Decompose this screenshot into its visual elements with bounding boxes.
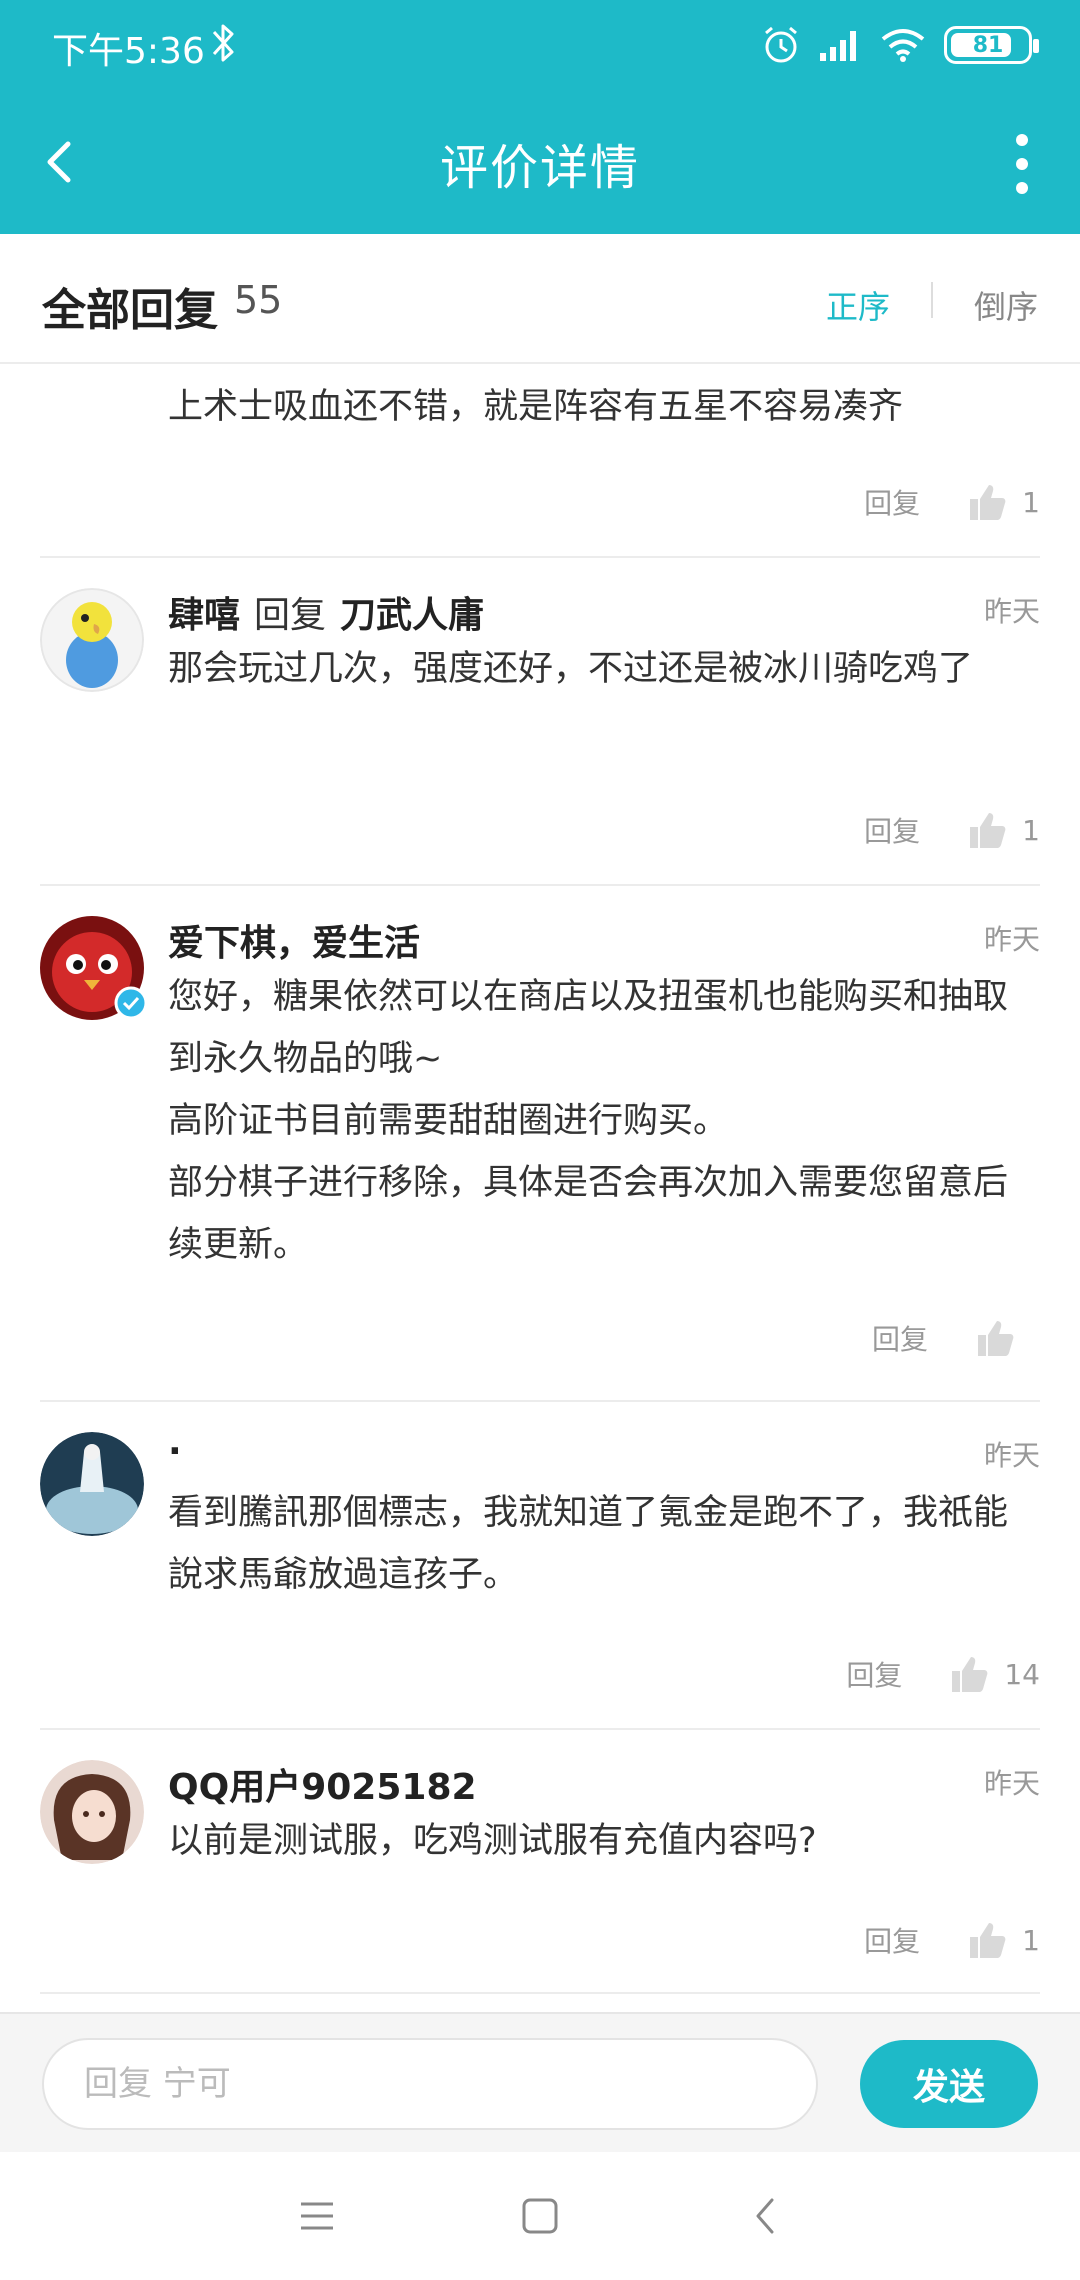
- comment-item: 上术士吸血还不错，就是阵容有五星不容易凑齐 回复 1: [40, 364, 1040, 558]
- username[interactable]: 肆嘻: [168, 595, 240, 636]
- all-replies-label: 全部回复: [42, 285, 218, 336]
- comment-actions: 回复 14: [846, 1650, 1040, 1698]
- like-count: 14: [1004, 1657, 1040, 1691]
- figure-avatar-image: [40, 1432, 144, 1536]
- sort-divider: [931, 282, 933, 318]
- like-button[interactable]: [974, 1317, 1030, 1359]
- comment-actions: 回复 1: [864, 1916, 1040, 1964]
- comment-item: 肆嘻 回复 刀武人庸 昨天 那会玩过几次，强度还好，不过还是被冰川骑吃鸡了 回复 1: [40, 558, 1040, 886]
- comment-list: 上术士吸血还不错，就是阵容有五星不容易凑齐 回复 1 肆嘻回复刀武人庸 昨天: [0, 364, 1080, 2012]
- reply-button[interactable]: 回复: [864, 1920, 920, 1960]
- username[interactable]: 爱下棋，爱生活: [168, 923, 420, 964]
- comment-item: QQ用户9025182 昨天 以前是测试服，吃鸡测试服有充值内容吗? 回复 1: [40, 1730, 1040, 1994]
- thumbs-up-icon: [970, 813, 1006, 848]
- comment-date: 昨天: [983, 1767, 1040, 1800]
- comment-username: 爱下棋，爱生活: [168, 914, 420, 966]
- like-button[interactable]: 1: [966, 1919, 1040, 1961]
- thumbs-up-icon: [970, 485, 1006, 520]
- comment-text: 那会玩过几次，强度还好，不过还是被冰川骑吃鸡了: [168, 649, 974, 689]
- reply-button[interactable]: 回复: [872, 1318, 928, 1358]
- comment-item: 爱下棋，爱生活 昨天 您好，糖果依然可以在商店以及扭蛋机也能购买和抽取到永久物品…: [40, 886, 1040, 1402]
- thumbs-up-icon: [978, 1321, 1014, 1356]
- comment-text: 以前是测试服，吃鸡测试服有充值内容吗?: [168, 1821, 817, 1861]
- comment-text: 您好，糖果依然可以在商店以及扭蛋机也能购买和抽取到永久物品的哦~ 高阶证书目前需…: [168, 977, 1009, 1265]
- alarm-icon: [765, 26, 797, 63]
- app-header: 评价详情: [0, 100, 1080, 234]
- comment-actions: 回复 1: [864, 806, 1040, 854]
- sort-ascending-tab[interactable]: 正序: [826, 282, 890, 328]
- like-count: 1: [1022, 485, 1040, 519]
- home-icon[interactable]: [514, 2190, 566, 2242]
- reply-word: 回复: [254, 595, 327, 636]
- verified-badge-icon: [114, 986, 148, 1020]
- thumbs-up-icon: [952, 1657, 988, 1692]
- comment-date: 昨天: [983, 923, 1040, 956]
- reply-to-username[interactable]: 刀武人庸: [340, 595, 484, 636]
- more-vertical-icon[interactable]: [1012, 134, 1032, 194]
- battery-percent: 81: [972, 32, 1004, 58]
- replies-header: 全部回复 55 正序 倒序: [0, 234, 1080, 364]
- avatar[interactable]: [40, 916, 148, 1020]
- reply-count: 55: [234, 278, 283, 322]
- username[interactable]: .: [168, 1422, 182, 1463]
- comment-text: 上术士吸血还不错，就是阵容有五星不容易凑齐: [168, 387, 904, 427]
- wifi-icon: [881, 29, 925, 62]
- comment-actions: 回复 1: [864, 478, 1040, 526]
- top-bar: 下午5:36 81 评价详情: [0, 0, 1080, 234]
- like-count: 1: [1022, 813, 1040, 847]
- signal-icon: [820, 31, 856, 61]
- thumbs-up-icon: [970, 1923, 1006, 1958]
- back-icon[interactable]: [740, 2190, 792, 2242]
- comment-item: . 昨天 看到騰訊那個標志，我就知道了氪金是跑不了，我祇能說求馬爺放過這孩子。 …: [40, 1402, 1040, 1730]
- bluetooth-icon: [212, 24, 234, 62]
- comment-date: 昨天: [983, 595, 1040, 628]
- comment-username: QQ用户9025182: [168, 1758, 477, 1810]
- send-button[interactable]: 发送: [860, 2040, 1038, 2128]
- like-button[interactable]: 1: [966, 809, 1040, 851]
- parrot-avatar-image: [40, 588, 144, 692]
- sort-descending-tab[interactable]: 倒序: [974, 282, 1038, 328]
- status-bar: 下午5:36 81: [0, 0, 1080, 90]
- like-button[interactable]: 1: [966, 481, 1040, 523]
- reply-input[interactable]: [42, 2038, 818, 2130]
- reply-input-bar: 发送: [0, 2012, 1080, 2152]
- anime-girl-avatar-image: [40, 1760, 144, 1864]
- like-button[interactable]: 14: [948, 1653, 1040, 1695]
- comment-username: 肆嘻 回复 刀武人庸: [168, 586, 484, 638]
- like-count: 1: [1022, 1923, 1040, 1957]
- reply-button[interactable]: 回复: [846, 1654, 902, 1694]
- avatar[interactable]: [40, 1760, 144, 1864]
- comment-actions: 回复: [872, 1314, 1030, 1362]
- page-title: 评价详情: [439, 140, 640, 196]
- system-nav-bar: [0, 2152, 1080, 2280]
- comment-date: 昨天: [983, 1439, 1040, 1472]
- reply-button[interactable]: 回复: [864, 810, 920, 850]
- battery-icon: 81: [944, 26, 1039, 64]
- comment-text: 看到騰訊那個標志，我就知道了氪金是跑不了，我祇能說求馬爺放過這孩子。: [168, 1493, 1009, 1595]
- avatar[interactable]: [40, 588, 144, 692]
- menu-icon[interactable]: [291, 2190, 343, 2242]
- reply-button[interactable]: 回复: [864, 482, 920, 522]
- username[interactable]: QQ用户9025182: [168, 1767, 477, 1808]
- status-time: 下午5:36: [52, 31, 205, 72]
- avatar[interactable]: [40, 1432, 144, 1536]
- status-icons: 81: [762, 22, 1039, 68]
- comment-username: .: [168, 1422, 182, 1463]
